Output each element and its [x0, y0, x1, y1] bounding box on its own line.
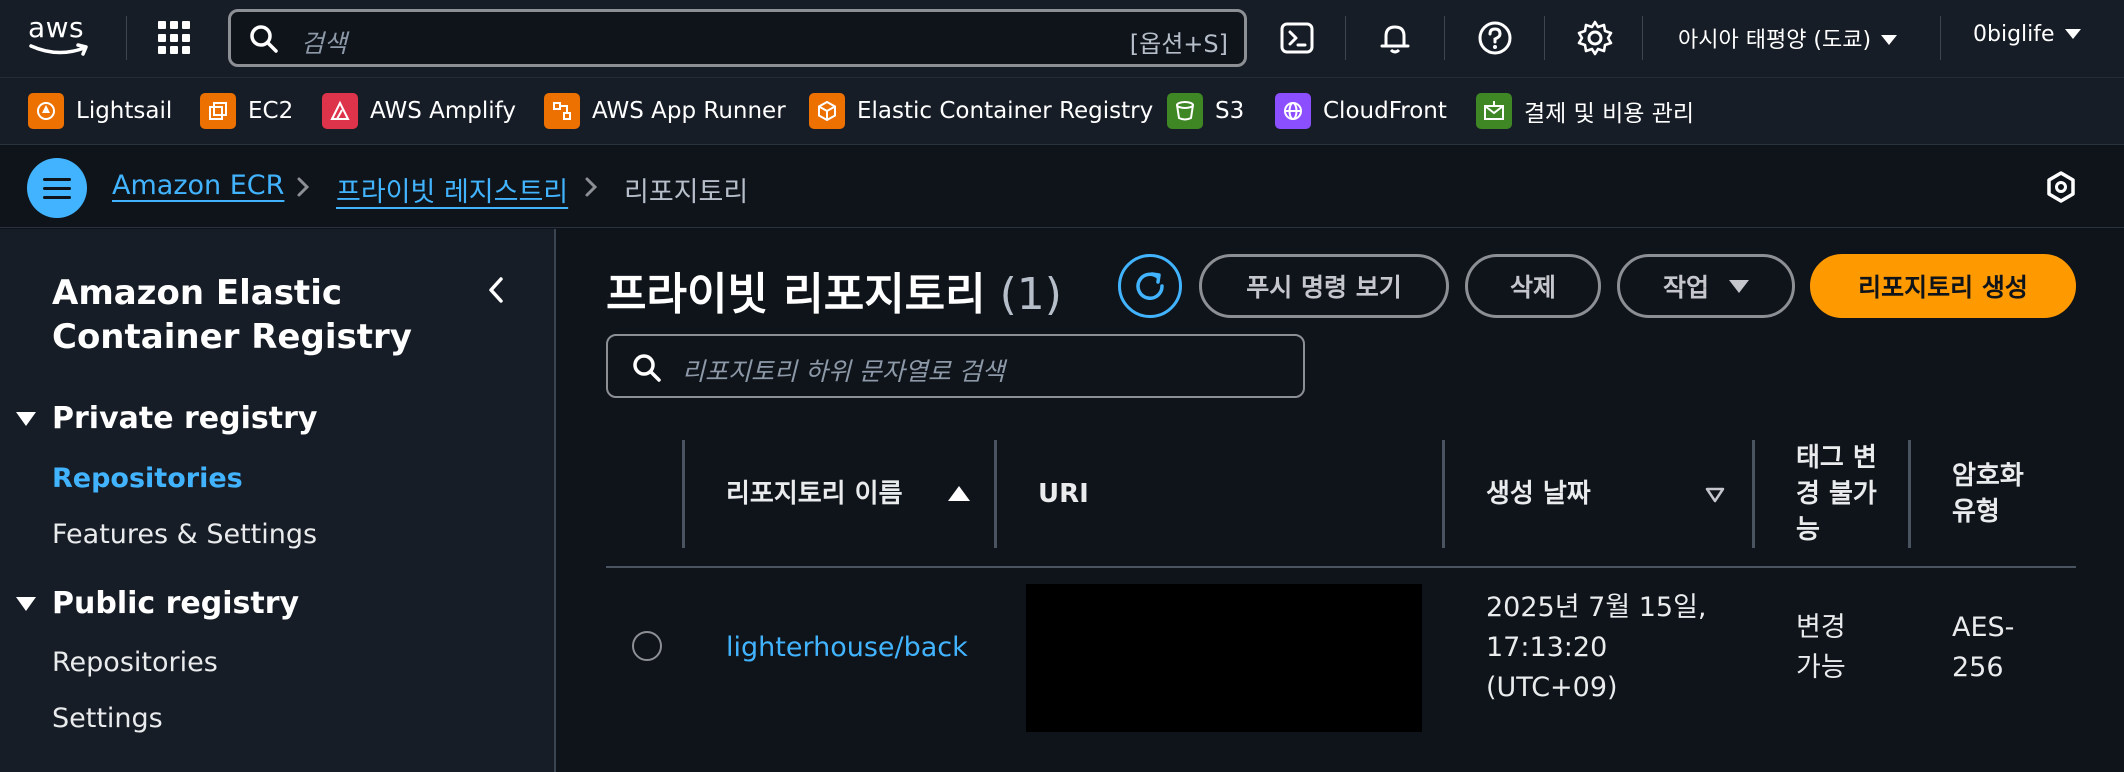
search-icon: [250, 25, 278, 53]
table-header-divider: [606, 566, 2076, 568]
chevron-right-icon: [297, 177, 310, 197]
aws-logo[interactable]: aws: [28, 14, 96, 60]
search-placeholder: 검색: [301, 29, 348, 58]
favorite-app-runner[interactable]: AWS App Runner: [544, 93, 786, 129]
delete-button[interactable]: 삭제: [1465, 254, 1601, 318]
expand-icon: [16, 596, 36, 611]
sidebar-item-features-settings[interactable]: Features & Settings: [52, 519, 317, 550]
region-selector[interactable]: 아시아 태평양 (도쿄): [1678, 22, 1898, 54]
favorite-amplify[interactable]: AWS Amplify: [322, 93, 516, 129]
divider: [126, 16, 127, 60]
section-private-registry[interactable]: Private registry: [16, 401, 317, 436]
created-date: 2025년 7월 15일, 17:13:20 (UTC+09): [1486, 592, 1707, 703]
account-menu[interactable]: 0biglife: [1973, 22, 2081, 47]
column-header-encryption: 암호화 유형: [1952, 461, 2024, 527]
expand-icon: [16, 411, 36, 426]
help-icon[interactable]: [1476, 19, 1514, 57]
divider: [1940, 16, 1941, 60]
info-panel-icon[interactable]: [2044, 170, 2078, 204]
column-header-uri: URI: [1038, 479, 1089, 509]
favorite-cloudfront[interactable]: CloudFront: [1275, 93, 1447, 129]
chevron-down-icon: [1729, 279, 1749, 293]
aws-smile-icon: [29, 43, 88, 56]
divider: [1544, 16, 1545, 60]
billing-icon: [1476, 93, 1512, 129]
breadcrumb-amazon-ecr[interactable]: Amazon ECR: [112, 170, 284, 201]
refresh-icon: [1136, 272, 1164, 300]
bell-icon[interactable]: [1376, 19, 1414, 57]
favorite-ec2[interactable]: EC2: [200, 93, 293, 129]
column-divider: [1752, 440, 1755, 548]
column-header-created[interactable]: 생성 날짜: [1486, 476, 1591, 512]
column-divider: [682, 440, 685, 548]
breadcrumb-private-registry[interactable]: 프라이빗 레지스트리: [336, 170, 568, 209]
chevron-right-icon: [585, 177, 598, 197]
breadcrumb-bar: Amazon ECR 프라이빗 레지스트리 리포지토리: [0, 146, 2124, 228]
sidebar-item-private-repositories[interactable]: Repositories: [52, 463, 243, 494]
services-grid-icon[interactable]: [158, 21, 192, 55]
cloudshell-icon[interactable]: [1278, 19, 1316, 57]
sort-ascending-icon[interactable]: [948, 486, 970, 501]
search-icon: [633, 354, 661, 382]
ec2-icon: [200, 93, 236, 129]
breadcrumb-current: 리포지토리: [624, 177, 749, 208]
app-runner-icon: [544, 93, 580, 129]
column-divider: [1908, 440, 1911, 548]
create-repository-button[interactable]: 리포지토리 생성: [1810, 254, 2076, 318]
sidebar-item-public-settings[interactable]: Settings: [52, 703, 163, 734]
global-search[interactable]: 검색 [옵션+S]: [228, 9, 1247, 67]
repository-filter-input[interactable]: 리포지토리 하위 문자열로 검색: [606, 334, 1305, 398]
cloudfront-icon: [1275, 93, 1311, 129]
chevron-down-icon: [2064, 29, 2081, 39]
repository-name-link[interactable]: lighterhouse/back: [726, 628, 968, 668]
chevron-down-icon: [1881, 35, 1898, 45]
filter-placeholder: 리포지토리 하위 문자열로 검색: [682, 357, 1005, 386]
favorite-billing[interactable]: 결제 및 비용 관리: [1476, 93, 1694, 129]
redacted-uri: [1026, 584, 1422, 732]
column-header-tag-immutability: 태그 변경 불가능: [1796, 443, 1877, 545]
repository-count: (1): [999, 269, 1062, 320]
refresh-button[interactable]: [1118, 254, 1182, 318]
amplify-icon: [322, 93, 358, 129]
sort-descending-icon[interactable]: [1704, 486, 1726, 504]
ecr-icon: [809, 93, 845, 129]
side-navigation: Amazon Elastic Container Registry Privat…: [0, 229, 556, 772]
sidebar-item-public-repositories[interactable]: Repositories: [52, 647, 218, 678]
search-shortcut: [옵션+S]: [1129, 30, 1228, 58]
favorite-ecr[interactable]: Elastic Container Registry: [809, 93, 1153, 129]
section-public-registry[interactable]: Public registry: [16, 586, 299, 621]
top-navigation: aws 검색 [옵션+S] 아시아 태평양 (도쿄) 0biglife: [0, 0, 2124, 78]
menu-icon[interactable]: [27, 158, 87, 218]
divider: [1444, 16, 1445, 60]
favorite-lightsail[interactable]: Lightsail: [28, 93, 172, 129]
column-divider: [1442, 440, 1445, 548]
actions-dropdown[interactable]: 작업: [1617, 254, 1795, 318]
column-divider: [994, 440, 997, 548]
s3-bucket-icon: [1167, 93, 1203, 129]
favorite-s3[interactable]: S3: [1167, 93, 1244, 129]
tag-immutability-value: 변경 가능: [1796, 612, 1846, 683]
divider: [1345, 16, 1346, 60]
gear-icon[interactable]: [1576, 19, 1614, 57]
page-title: 프라이빗 리포지토리 (1): [606, 269, 1062, 320]
collapse-sidebar-icon[interactable]: [486, 275, 506, 305]
encryption-value: AES-256: [1952, 612, 2015, 683]
view-push-commands-button[interactable]: 푸시 명령 보기: [1199, 254, 1449, 318]
divider: [1642, 16, 1643, 60]
column-header-name[interactable]: 리포지토리 이름: [726, 476, 903, 512]
sidebar-title: Amazon Elastic Container Registry: [52, 273, 412, 357]
lightsail-icon: [28, 93, 64, 129]
favorites-bar: Lightsail EC2 AWS Amplify AWS App Runner…: [0, 78, 2124, 145]
row-select-radio[interactable]: [632, 631, 662, 661]
